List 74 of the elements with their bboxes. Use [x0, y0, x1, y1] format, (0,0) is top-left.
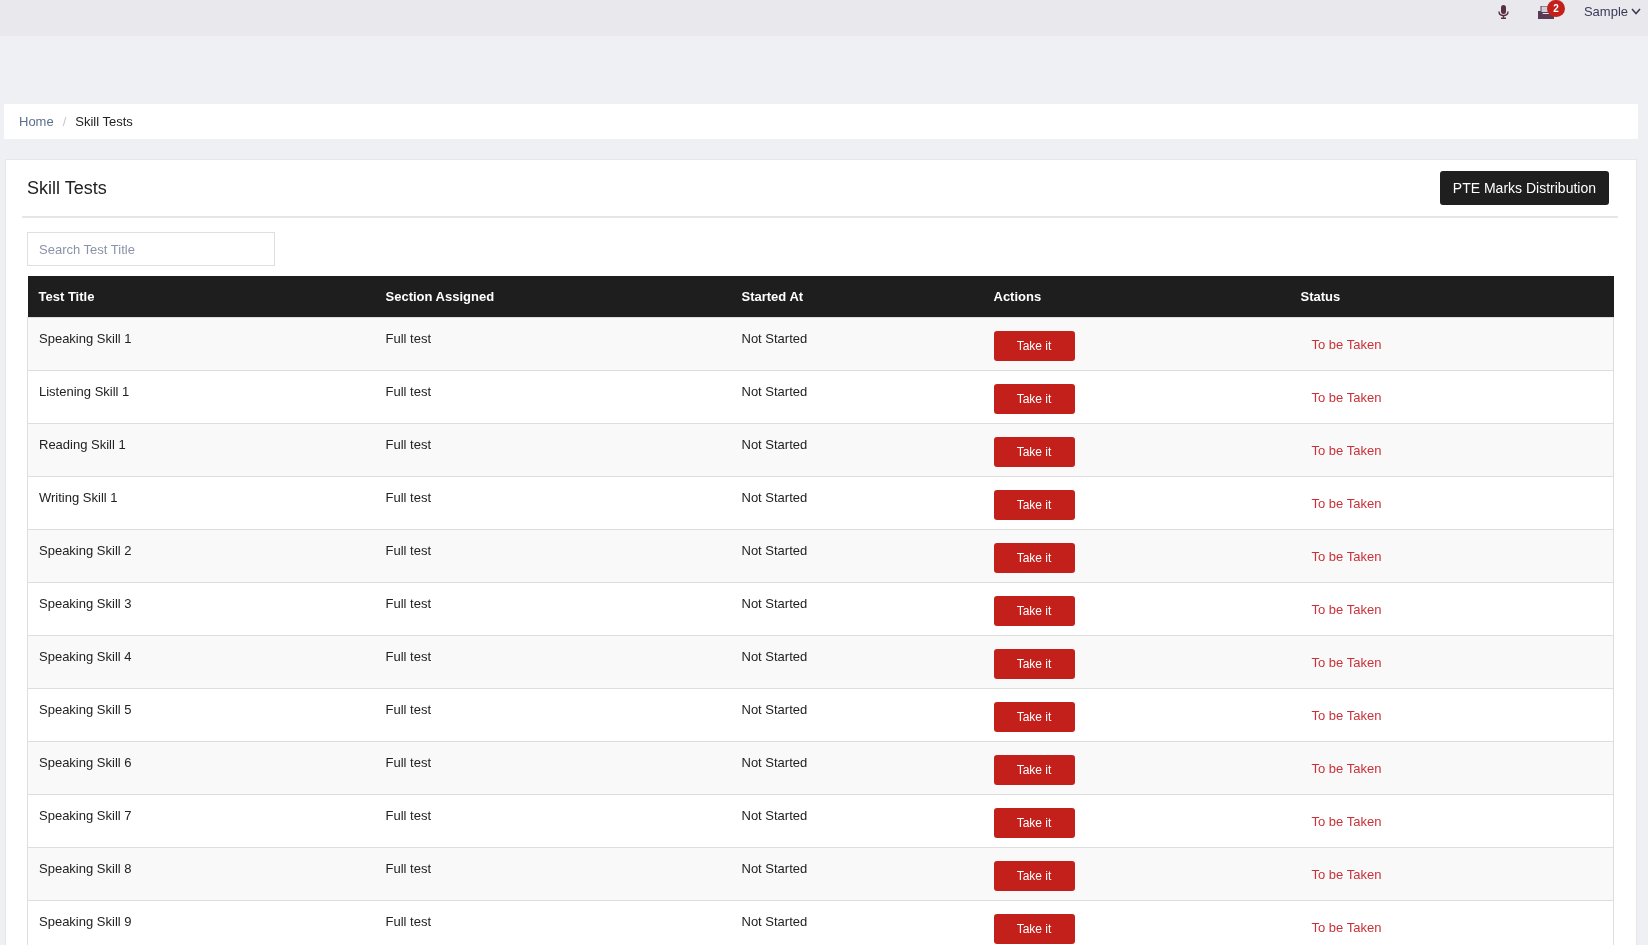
take-it-button[interactable]: Take it: [993, 436, 1075, 467]
started-at: Not Started: [741, 436, 808, 453]
status-text: To be Taken: [1311, 813, 1382, 830]
take-it-button[interactable]: Take it: [993, 489, 1075, 520]
test-title: Writing Skill 1: [39, 489, 118, 506]
started-at: Not Started: [741, 754, 808, 771]
test-title: Speaking Skill 9: [39, 913, 132, 930]
started-at: Not Started: [741, 330, 808, 347]
user-menu[interactable]: Sample: [1583, 4, 1641, 19]
section-assigned: Full test: [385, 913, 431, 930]
breadcrumb-separator: /: [62, 114, 67, 129]
section-assigned: Full test: [385, 330, 431, 347]
status-text: To be Taken: [1311, 548, 1382, 565]
started-at: Not Started: [741, 913, 808, 930]
take-it-button[interactable]: Take it: [993, 913, 1075, 944]
section-assigned: Full test: [385, 542, 431, 559]
status-text: To be Taken: [1311, 707, 1382, 724]
section-assigned: Full test: [385, 754, 431, 771]
marks-distribution-button[interactable]: PTE Marks Distribution: [1439, 171, 1609, 205]
test-title: Speaking Skill 7: [39, 807, 132, 824]
section-assigned: Full test: [385, 807, 431, 824]
column-header: Status: [1289, 276, 1614, 317]
test-title: Speaking Skill 1: [39, 330, 132, 347]
started-at: Not Started: [741, 807, 808, 824]
started-at: Not Started: [741, 701, 808, 718]
search-field[interactable]: Search Test Title: [27, 232, 275, 266]
section-assigned: Full test: [385, 595, 431, 612]
column-header: Started At: [730, 276, 983, 317]
take-it-button[interactable]: Take it: [993, 330, 1075, 361]
status-text: To be Taken: [1311, 866, 1382, 883]
take-it-button[interactable]: Take it: [993, 542, 1075, 573]
take-it-button[interactable]: Take it: [993, 701, 1075, 732]
test-title: Speaking Skill 6: [39, 754, 132, 771]
status-text: To be Taken: [1311, 336, 1382, 353]
take-it-button[interactable]: Take it: [993, 648, 1075, 679]
breadcrumb-link[interactable]: Home: [19, 114, 54, 129]
started-at: Not Started: [741, 595, 808, 612]
status-text: To be Taken: [1311, 760, 1382, 777]
chevron-down-icon: [1631, 8, 1641, 15]
section-assigned: Full test: [385, 648, 431, 665]
test-title: Speaking Skill 2: [39, 542, 132, 559]
status-text: To be Taken: [1311, 442, 1382, 459]
status-text: To be Taken: [1311, 601, 1382, 618]
test-title: Listening Skill 1: [39, 383, 130, 400]
test-title: Reading Skill 1: [39, 436, 126, 453]
section-assigned: Full test: [385, 383, 431, 400]
test-title: Speaking Skill 3: [39, 595, 132, 612]
test-title: Speaking Skill 4: [39, 648, 132, 665]
status-text: To be Taken: [1311, 495, 1382, 512]
started-at: Not Started: [741, 648, 808, 665]
section-assigned: Full test: [385, 436, 431, 453]
started-at: Not Started: [741, 860, 808, 877]
section-assigned: Full test: [385, 860, 431, 877]
started-at: Not Started: [741, 542, 808, 559]
test-title: Speaking Skill 8: [39, 860, 132, 877]
test-title: Speaking Skill 5: [39, 701, 132, 718]
section-assigned: Full test: [385, 489, 431, 506]
take-it-button[interactable]: Take it: [993, 595, 1075, 626]
status-text: To be Taken: [1311, 389, 1382, 406]
status-text: To be Taken: [1311, 654, 1382, 671]
column-header: Section Assigned: [374, 276, 731, 317]
take-it-button[interactable]: Take it: [993, 807, 1075, 838]
take-it-button[interactable]: Take it: [993, 860, 1075, 891]
column-header: Test Title: [27, 276, 375, 317]
started-at: Not Started: [741, 383, 808, 400]
card-title: Skill Tests: [27, 177, 107, 199]
section-assigned: Full test: [385, 701, 431, 718]
column-header: Actions: [982, 276, 1290, 317]
take-it-button[interactable]: Take it: [993, 754, 1075, 785]
started-at: Not Started: [741, 489, 808, 506]
microphone-icon[interactable]: [1497, 5, 1509, 19]
status-text: To be Taken: [1311, 919, 1382, 936]
take-it-button[interactable]: Take it: [993, 383, 1075, 414]
breadcrumb-current: Skill Tests: [75, 114, 133, 129]
